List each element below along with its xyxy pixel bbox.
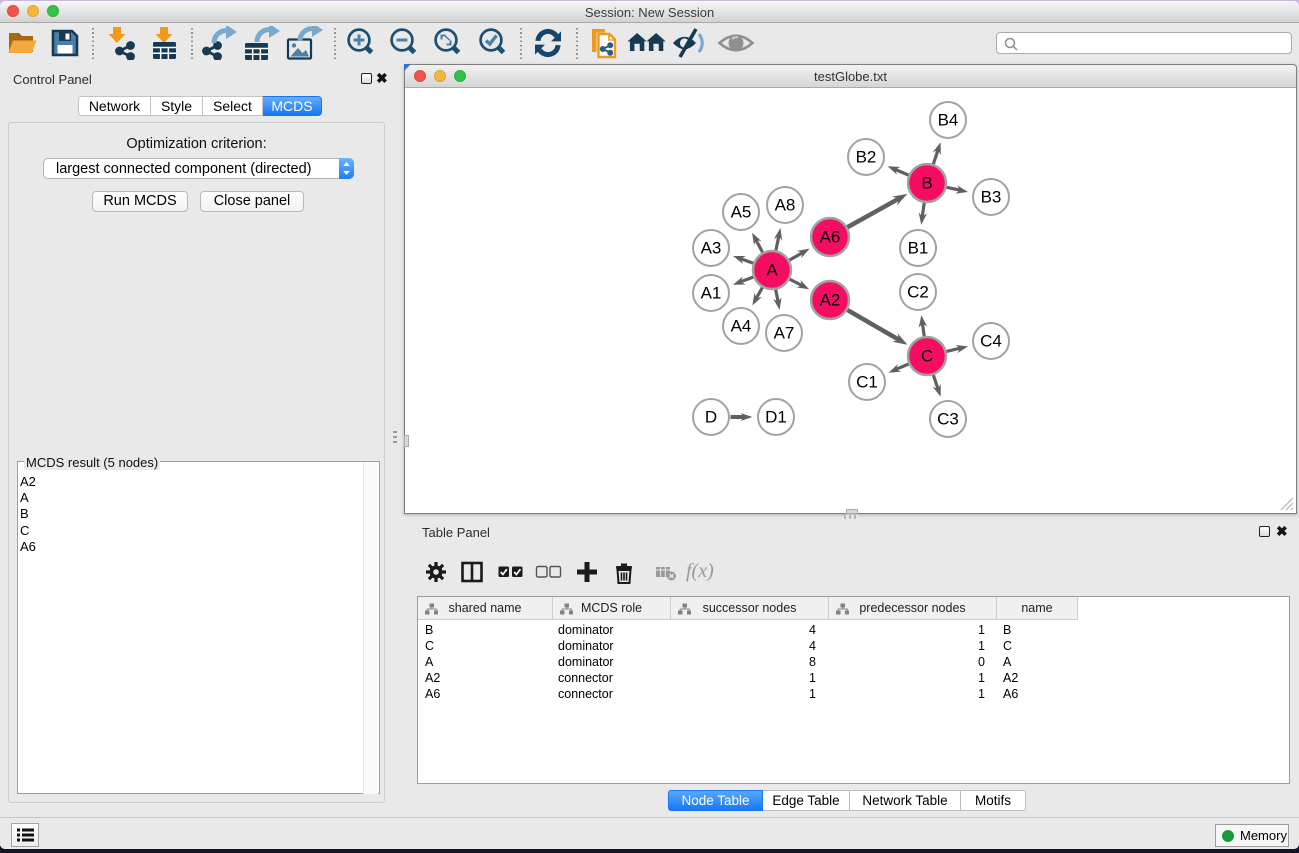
svg-text:C3: C3 <box>937 410 959 429</box>
svg-text:D1: D1 <box>765 408 787 427</box>
svg-text:C: C <box>921 347 933 366</box>
svg-text:A3: A3 <box>701 239 722 258</box>
svg-text:A1: A1 <box>701 284 722 303</box>
svg-text:A2: A2 <box>820 291 841 310</box>
svg-text:A: A <box>766 261 778 280</box>
svg-text:D: D <box>705 408 717 427</box>
svg-text:B4: B4 <box>938 111 959 130</box>
svg-text:C4: C4 <box>980 332 1002 351</box>
svg-text:C1: C1 <box>856 373 878 392</box>
svg-text:A6: A6 <box>820 228 841 247</box>
svg-text:B2: B2 <box>856 148 877 167</box>
svg-text:A4: A4 <box>731 317 752 336</box>
svg-text:B3: B3 <box>981 188 1002 207</box>
svg-text:B: B <box>921 174 932 193</box>
svg-text:A7: A7 <box>774 324 795 343</box>
svg-text:A5: A5 <box>731 203 752 222</box>
svg-text:B1: B1 <box>908 239 929 258</box>
svg-text:A8: A8 <box>775 196 796 215</box>
svg-text:C2: C2 <box>907 283 929 302</box>
